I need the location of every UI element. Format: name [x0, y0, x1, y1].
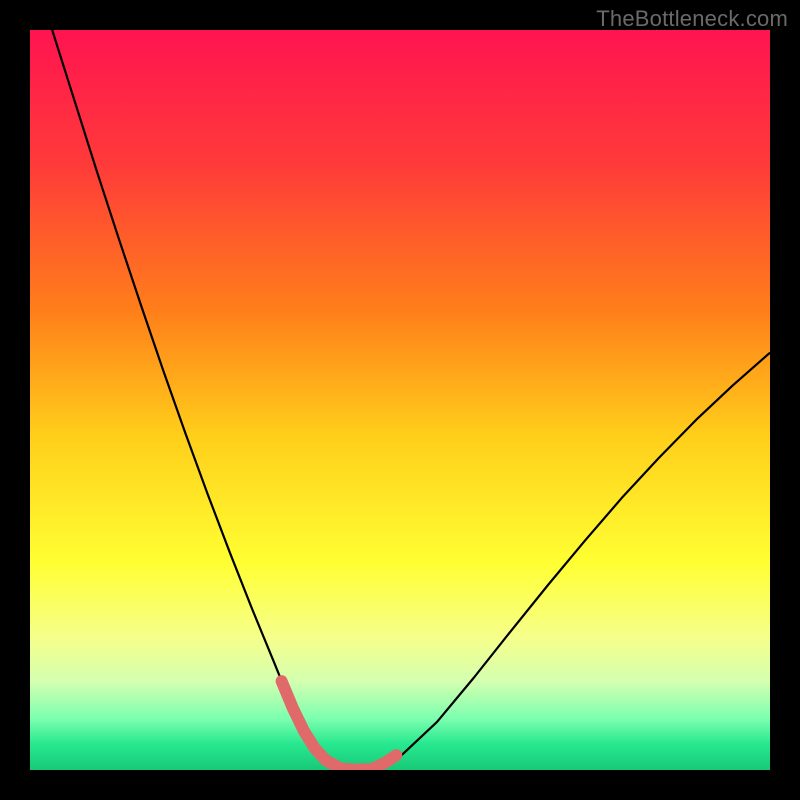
chart-stage: TheBottleneck.com — [0, 0, 800, 800]
bottleneck-chart — [30, 30, 770, 770]
gradient-background — [30, 30, 770, 770]
watermark-text: TheBottleneck.com — [596, 6, 788, 32]
